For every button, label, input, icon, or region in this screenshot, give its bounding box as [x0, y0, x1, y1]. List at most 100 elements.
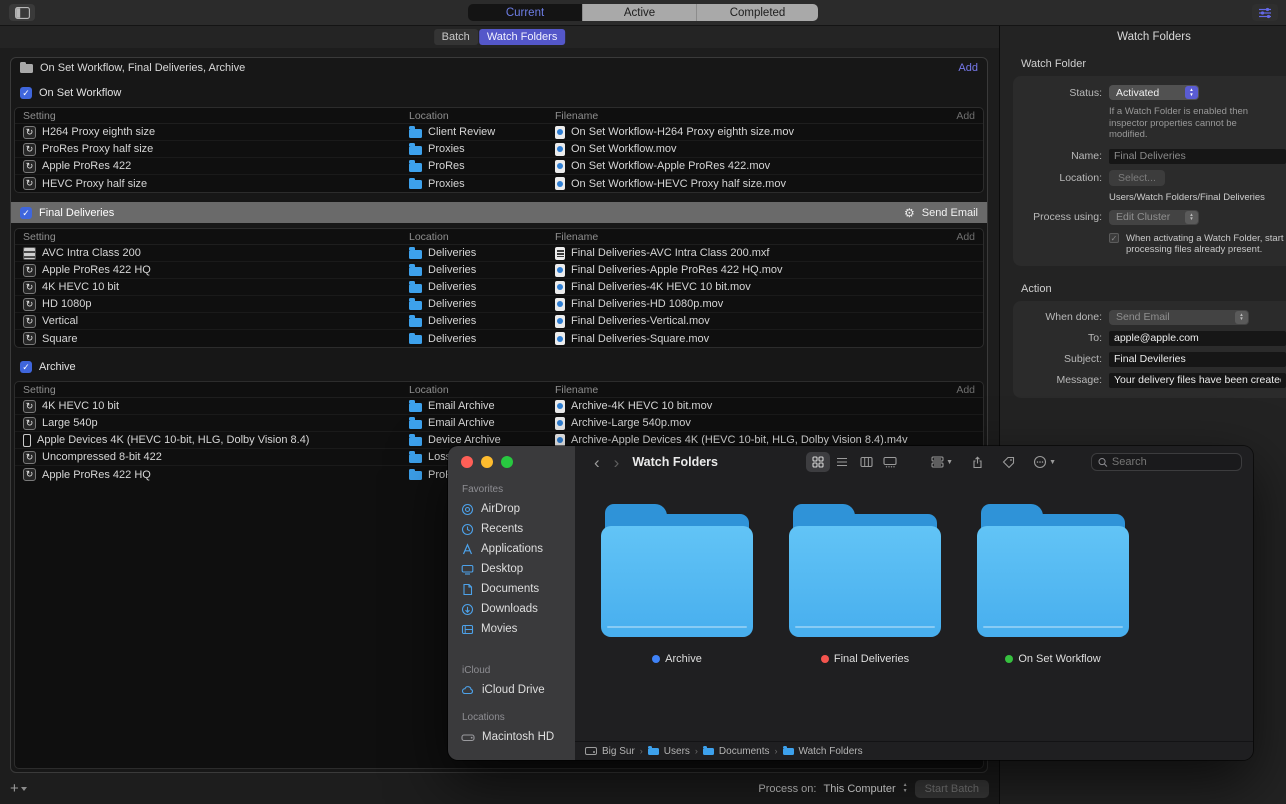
tab-current[interactable]: Current [468, 4, 582, 21]
sidebar-item-macintosh-hd[interactable]: Macintosh HD [461, 727, 575, 747]
table-row[interactable]: ↻ProRes Proxy half size Proxies On Set W… [15, 141, 983, 158]
sidebar-item-documents[interactable]: Documents [461, 579, 575, 599]
table-row[interactable]: ↻HEVC Proxy half size Proxies On Set Wor… [15, 175, 983, 192]
film-icon [461, 623, 474, 636]
when-done-dropdown[interactable]: Send Email ▲▼ [1109, 310, 1249, 325]
process-on-stepper[interactable]: ▲▼ [903, 783, 908, 794]
table-row[interactable]: ↻HD 1080p Deliveries Final Deliveries-HD… [15, 296, 983, 313]
location-select-button[interactable]: Select... [1109, 170, 1165, 186]
table-header: Setting Location Filename Add [15, 108, 983, 124]
setting-name: Apple ProRes 422 [42, 160, 131, 172]
sidebar-item-icloud-drive[interactable]: iCloud Drive [461, 680, 575, 700]
section-checkbox[interactable]: ✓ [20, 87, 32, 99]
table-row[interactable]: ↻4K HEVC 10 bit Email Archive Archive-4K… [15, 398, 983, 415]
share-button[interactable] [964, 452, 991, 472]
sidebar-item-label: Movies [481, 623, 517, 635]
status-dropdown[interactable]: Activated ▲▼ [1109, 85, 1199, 100]
column-location: Location [409, 231, 555, 243]
table-row[interactable]: ↻Vertical Deliveries Final Deliveries-Ve… [15, 313, 983, 330]
setting-name: ProRes Proxy half size [42, 143, 153, 155]
sidebar-item-label: iCloud Drive [482, 684, 545, 696]
section-checkbox[interactable]: ✓ [20, 207, 32, 219]
group-by-button[interactable]: ▼ [924, 452, 960, 472]
start-batch-button[interactable]: Start Batch [915, 780, 989, 798]
table-row[interactable]: ↻Apple ProRes 422 ProRes On Set Workflow… [15, 158, 983, 175]
view-segmented-control: Current Active Completed [468, 4, 818, 21]
table-row[interactable]: ↻Apple ProRes 422 HQ Deliveries Final De… [15, 262, 983, 279]
sidebar-item-airdrop[interactable]: AirDrop [461, 499, 575, 519]
name-field[interactable] [1109, 149, 1286, 164]
sidebar-item-movies[interactable]: Movies [461, 619, 575, 639]
folder-final-deliveries[interactable]: Final Deliveries [789, 504, 941, 741]
sidebar-toggle-button[interactable] [9, 4, 35, 21]
more-actions-button[interactable]: ▼ [1026, 452, 1063, 472]
location-name: Email Archive [428, 417, 495, 429]
search-field[interactable] [1091, 453, 1242, 471]
group-header: On Set Workflow, Final Deliveries, Archi… [11, 58, 987, 77]
column-filename: Filename [555, 110, 956, 122]
section-checkbox[interactable]: ✓ [20, 361, 32, 373]
icon-view-button[interactable] [806, 452, 830, 472]
table-row[interactable]: ↻Large 540p Email Archive Archive-Large … [15, 415, 983, 432]
add-button[interactable]: Add [958, 62, 978, 74]
filename: Final Deliveries-Vertical.mov [571, 315, 710, 327]
minimize-button[interactable] [481, 456, 493, 468]
filename: Final Deliveries-4K HEVC 10 bit.mov [571, 281, 751, 293]
section-final-deliveries[interactable]: ✓ Final Deliveries ⚙ Send Email [11, 202, 987, 223]
setting-name: HD 1080p [42, 298, 92, 310]
compressor-setting-icon: ↻ [23, 281, 36, 294]
activate-checkbox[interactable]: ✓ [1109, 233, 1119, 243]
path-item[interactable]: Documents [719, 746, 770, 757]
setting-name: Large 540p [42, 417, 98, 429]
location-name: Email Archive [428, 400, 495, 412]
to-field[interactable] [1109, 331, 1286, 346]
add-batch-button[interactable]: + [10, 780, 27, 797]
sidebar-item-recents[interactable]: Recents [461, 519, 575, 539]
gallery-view-button[interactable] [878, 452, 902, 472]
filename: Archive-Large 540p.mov [571, 417, 691, 429]
tab-completed[interactable]: Completed [696, 4, 818, 21]
ellipsis-circle-icon [1033, 455, 1047, 469]
tab-watch-folders[interactable]: Watch Folders [479, 29, 566, 45]
folder-archive[interactable]: Archive [601, 504, 753, 741]
subject-field[interactable] [1109, 352, 1286, 367]
airdrop-icon [461, 503, 474, 516]
sidebar-item-applications[interactable]: Applications [461, 539, 575, 559]
section-name: Archive [39, 361, 76, 373]
path-item[interactable]: Watch Folders [799, 746, 863, 757]
table-row[interactable]: ↻Square Deliveries Final Deliveries-Squa… [15, 330, 983, 347]
list-view-button[interactable] [830, 452, 854, 472]
forward-button[interactable]: › [609, 454, 625, 471]
process-using-dropdown[interactable]: Edit Cluster ▲▼ [1109, 210, 1199, 225]
message-field[interactable] [1109, 373, 1286, 388]
green-tag-icon [1005, 655, 1013, 663]
close-button[interactable] [461, 456, 473, 468]
add-row-button[interactable]: Add [956, 384, 975, 396]
sliders-icon [1257, 7, 1273, 19]
tab-batch[interactable]: Batch [434, 29, 478, 45]
folder-icon [409, 284, 422, 293]
document-icon [461, 583, 474, 596]
add-row-button[interactable]: Add [956, 110, 975, 122]
chevron-down-icon: ▼ [1049, 459, 1056, 466]
compressor-setting-icon: ↻ [23, 143, 36, 156]
table-row[interactable]: AVC Intra Class 200 Deliveries Final Del… [15, 245, 983, 262]
inspector-toggle-button[interactable] [1252, 4, 1278, 21]
column-view-button[interactable] [854, 452, 878, 472]
path-item[interactable]: Big Sur [602, 746, 635, 757]
sidebar-item-downloads[interactable]: Downloads [461, 599, 575, 619]
table-row[interactable]: ↻H264 Proxy eighth size Client Review On… [15, 124, 983, 141]
process-on-value[interactable]: This Computer [823, 783, 895, 795]
add-row-button[interactable]: Add [956, 231, 975, 243]
folder-on-set-workflow[interactable]: On Set Workflow [977, 504, 1129, 741]
search-input[interactable] [1112, 456, 1235, 468]
compressor-setting-icon: ↻ [23, 332, 36, 345]
tab-active[interactable]: Active [582, 4, 696, 21]
back-button[interactable]: ‹ [589, 454, 605, 471]
table-row[interactable]: ↻4K HEVC 10 bit Deliveries Final Deliver… [15, 279, 983, 296]
zoom-button[interactable] [501, 456, 513, 468]
compressor-setting-icon: ↻ [23, 126, 36, 139]
path-item[interactable]: Users [664, 746, 690, 757]
sidebar-item-desktop[interactable]: Desktop [461, 559, 575, 579]
tags-button[interactable] [995, 452, 1022, 472]
